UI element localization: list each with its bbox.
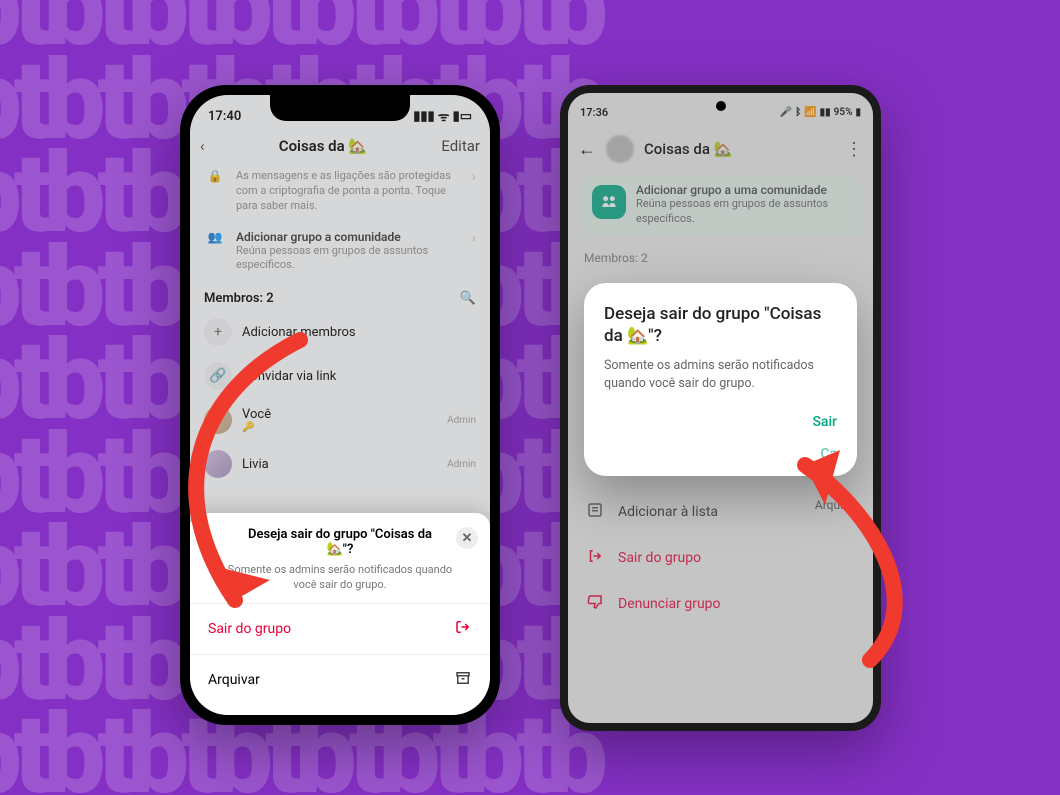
iphone-frame: 17:40 ▮▮▮ ᯤ ▮▭ ‹ Coisas da 🏡 Editar 🔒 A — [180, 85, 500, 725]
iphone-notch — [270, 95, 410, 121]
background-pattern: tbtbtbtbtbtbtbtb tbtbtbtbtbtbtbtb tbtbtb… — [0, 0, 1060, 795]
leave-group-dialog: Deseja sair do grupo "Coisas da 🏡"? Some… — [584, 283, 857, 476]
dialog-title: Deseja sair do grupo "Coisas da 🏡"? — [604, 303, 837, 347]
archive-button[interactable]: Arquivar — [190, 654, 490, 705]
leave-group-button[interactable]: Sair do grupo — [190, 603, 490, 654]
leave-icon — [454, 618, 472, 640]
android-camera-punch — [716, 101, 726, 111]
dialog-cancel-button-partial[interactable]: Ca — [820, 446, 837, 462]
dialog-confirm-button[interactable]: Sair — [812, 414, 837, 430]
dialog-body: Somente os admins serão notificados quan… — [604, 347, 837, 414]
sheet-title: Deseja sair do grupo "Coisas da 🏡"? ✕ — [190, 521, 490, 559]
android-frame: 17:36 🎤 ᛒ 📶 ▮▮ 95% ▮ ← Coisas da 🏡 ⋮ — [560, 85, 881, 731]
sheet-body: Somente os admins serão notificados quan… — [190, 559, 490, 603]
close-button[interactable]: ✕ — [456, 527, 478, 549]
leave-group-sheet: Deseja sair do grupo "Coisas da 🏡"? ✕ So… — [190, 513, 490, 715]
archive-icon — [454, 669, 472, 691]
